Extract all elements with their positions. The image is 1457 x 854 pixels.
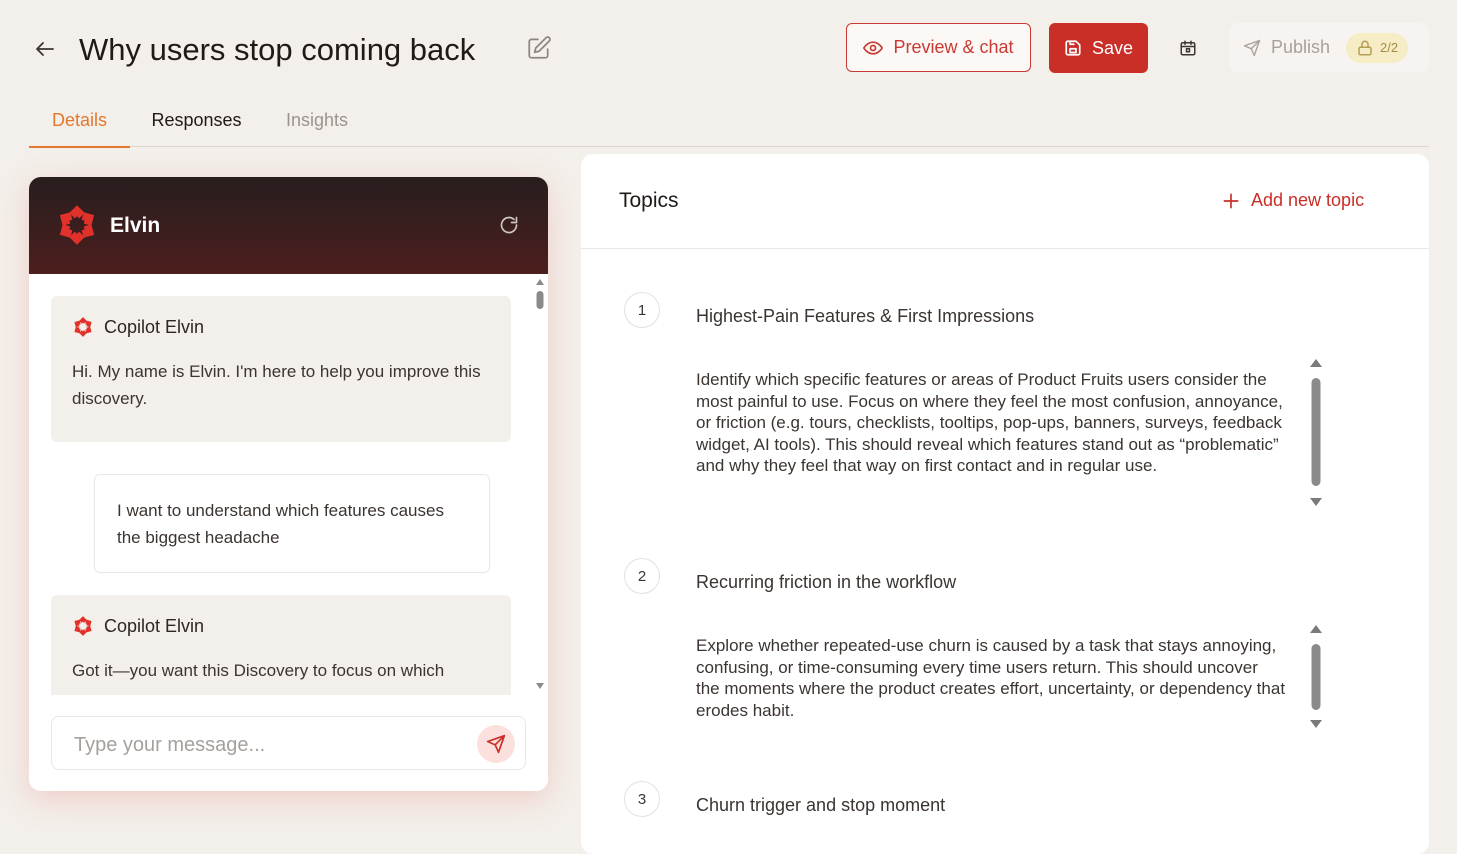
message-input[interactable]	[72, 729, 456, 761]
message-sender: Copilot Elvin	[104, 615, 205, 636]
message-text: Hi. My name is Elvin. I'm here to help y…	[72, 362, 481, 408]
publish-button[interactable]: Publish 2/2	[1229, 23, 1429, 72]
tab-details[interactable]: Details	[29, 100, 130, 148]
chat-agent-name: Elvin	[110, 214, 161, 237]
topic-number: 3	[624, 781, 660, 817]
lock-icon	[1358, 40, 1372, 55]
tab-insights[interactable]: Insights	[274, 100, 360, 146]
chat-header: Elvin	[29, 177, 548, 274]
preview-chat-label: Preview & chat	[893, 37, 1014, 57]
message-sender: Copilot Elvin	[104, 316, 205, 337]
topics-panel: Topics Add new topic 1 Highest-Pain Feat…	[581, 154, 1429, 854]
topic-title[interactable]: Churn trigger and stop moment	[696, 795, 945, 816]
tab-responses[interactable]: Responses	[144, 100, 249, 146]
restart-chat-button[interactable]	[497, 213, 521, 237]
chat-panel: Elvin Copilot Elvin Hi. My name is Elvin…	[29, 177, 548, 791]
topics-header: Topics Add new topic	[581, 154, 1429, 249]
page-title: Why users stop coming back	[79, 32, 476, 67]
chat-scrollbar[interactable]	[532, 277, 548, 695]
elvin-logo-icon	[59, 205, 95, 245]
save-label: Save	[1091, 37, 1134, 58]
calendar-icon	[1180, 40, 1196, 56]
topic-title[interactable]: Recurring friction in the workflow	[696, 572, 956, 593]
chat-message-bot: Copilot Elvin Hi. My name is Elvin. I'm …	[51, 296, 511, 442]
send-icon	[486, 734, 506, 754]
edit-title-button[interactable]	[524, 33, 554, 63]
back-button[interactable]	[30, 34, 60, 64]
schedule-button[interactable]	[1172, 32, 1204, 64]
topic-description[interactable]: Identify which specific features or area…	[696, 369, 1286, 477]
save-button[interactable]: Save	[1049, 23, 1148, 73]
tab-bar: Details Responses Insights	[29, 100, 1429, 148]
topic-number: 2	[624, 558, 660, 594]
topic-title[interactable]: Highest-Pain Features & First Impression…	[696, 306, 1034, 327]
topic-description-scrollbar[interactable]	[1308, 622, 1324, 734]
topics-title: Topics	[619, 189, 679, 212]
elvin-avatar-icon	[74, 616, 92, 636]
preview-chat-button[interactable]: Preview & chat	[846, 23, 1031, 72]
pencil-edit-icon	[528, 36, 551, 59]
topic-description[interactable]: Explore whether repeated-use churn is ca…	[696, 635, 1286, 721]
message-text: Got it—you want this Discovery to focus …	[72, 661, 445, 680]
add-topic-button[interactable]: Add new topic	[1221, 190, 1364, 211]
plus-icon	[1223, 193, 1239, 208]
paper-plane-icon	[1243, 39, 1261, 56]
publish-label: Publish	[1271, 37, 1331, 57]
topic-number: 1	[624, 292, 660, 328]
add-topic-label: Add new topic	[1251, 190, 1365, 210]
send-button[interactable]	[477, 725, 515, 763]
topic-description-scrollbar[interactable]	[1308, 356, 1324, 512]
eye-icon	[863, 40, 884, 55]
arrow-left-icon	[36, 42, 54, 56]
chat-input-box	[51, 716, 526, 770]
publish-limit-badge: 2/2	[1346, 32, 1409, 63]
elvin-avatar-icon	[74, 317, 92, 337]
floppy-disk-icon	[1065, 40, 1081, 56]
chat-message-user: I want to understand which features caus…	[94, 474, 490, 573]
publish-count: 2/2	[1380, 40, 1399, 55]
refresh-icon	[500, 216, 518, 234]
